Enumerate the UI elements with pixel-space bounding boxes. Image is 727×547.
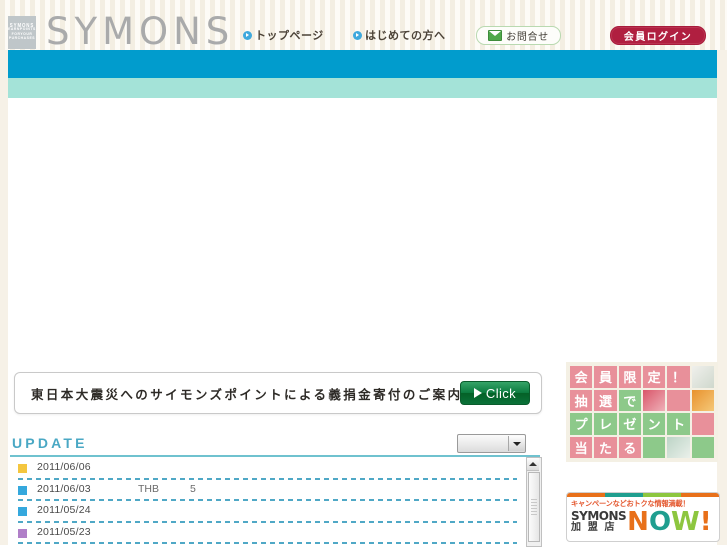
mail-icon <box>488 30 503 41</box>
update-title: UPDATE <box>12 435 88 451</box>
campaign-tile-char: プ <box>570 413 593 435</box>
play-triangle-icon <box>473 388 482 398</box>
member-login-label: 会員ログイン <box>623 32 693 43</box>
now-color-strip <box>567 493 719 497</box>
update-divider <box>10 455 540 457</box>
members-campaign-banner[interactable]: 会員限定！ 抽選でプレゼント当たる <box>566 362 718 462</box>
chevron-down-icon[interactable] <box>508 436 525 451</box>
contact-button[interactable]: お問合せ <box>476 26 561 45</box>
update-category-marker <box>18 528 27 538</box>
campaign-tile-char: で <box>618 389 641 411</box>
campaign-tile-char: レ <box>594 413 617 435</box>
now-subtitle: 加 盟 店 <box>571 521 617 533</box>
member-login-button[interactable]: 会員ログイン <box>610 26 706 45</box>
row-divider <box>18 542 517 544</box>
update-date: 2011/05/23 <box>37 525 91 538</box>
nav-item-top-page[interactable]: トップページ <box>243 27 324 43</box>
campaign-tile-image <box>667 436 690 458</box>
campaign-tile-image <box>691 436 714 458</box>
logo-badge-line3: PURCHASES <box>8 36 36 41</box>
contact-button-label: お問合せ <box>506 32 549 43</box>
scrollbar-thumb[interactable] <box>528 472 540 542</box>
campaign-tile-char: 選 <box>594 389 617 411</box>
campaign-tile-image <box>691 413 714 435</box>
logo-badge-title: SYMONS <box>9 22 35 29</box>
update-list-item[interactable]: 2011/06/06 <box>10 458 525 480</box>
campaign-tile-image <box>691 389 714 411</box>
campaign-tile-char: ン <box>643 413 666 435</box>
campaign-tile-char: 員 <box>594 366 617 388</box>
donation-banner-text: 東日本大震災へのサイモンズポイントによる義捐金寄付のご案内 <box>31 387 463 402</box>
play-bullet-icon <box>243 30 252 40</box>
update-category-marker <box>18 464 27 473</box>
campaign-tile-char: 限 <box>618 366 641 388</box>
update-filter-select[interactable] <box>457 434 526 453</box>
update-list-item[interactable]: 2011/06/03 THB 5 <box>10 480 525 501</box>
campaign-tile-char: ゼ <box>618 413 641 435</box>
update-category-marker <box>18 507 27 516</box>
campaign-tile-char: 当 <box>570 436 593 458</box>
symons-now-banner[interactable]: キャンペーンなどおトクな情報満載！ SYMONS 加 盟 店 N O W ! <box>566 492 720 542</box>
scrollbar-grip-icon <box>531 499 537 515</box>
update-list-item[interactable]: 2011/05/23 <box>10 523 525 544</box>
donation-click-button[interactable]: Click <box>460 381 530 405</box>
campaign-tile-char: 定 <box>643 366 666 388</box>
caret-up-icon <box>529 462 537 466</box>
update-list-item[interactable]: 2011/05/24 <box>10 501 525 523</box>
page-left-margin <box>0 50 8 545</box>
nav-item-label: はじめての方へ <box>365 30 446 42</box>
campaign-tile-char: た <box>594 436 617 458</box>
scroll-up-button[interactable] <box>527 458 539 471</box>
campaign-tile-image <box>643 436 666 458</box>
now-letter: ! <box>699 507 712 538</box>
campaign-tile-char: ！ <box>667 366 690 388</box>
nav-item-first-time[interactable]: はじめての方へ <box>353 27 446 43</box>
sub-nav-bar <box>8 78 717 98</box>
logo[interactable]: SYMONS EARNPOINTS FORYOUR PURCHASES SYMO… <box>8 10 235 50</box>
donation-click-label: Click <box>485 385 517 401</box>
update-amount: 5 <box>190 482 196 495</box>
logo-badge: SYMONS EARNPOINTS FORYOUR PURCHASES <box>8 15 36 49</box>
donation-banner[interactable]: 東日本大震災へのサイモンズポイントによる義捐金寄付のご案内 Click <box>14 372 542 414</box>
campaign-tile-image <box>643 389 666 411</box>
site-header: SYMONS EARNPOINTS FORYOUR PURCHASES SYMO… <box>0 0 727 50</box>
play-bullet-icon <box>353 30 362 40</box>
now-letter: O <box>648 507 671 538</box>
campaign-tile-char: 抽 <box>570 389 593 411</box>
update-date: 2011/05/24 <box>37 504 91 516</box>
update-date: 2011/06/03 <box>37 482 91 495</box>
update-category-marker <box>18 485 27 495</box>
campaign-tile-image <box>691 366 714 388</box>
logo-wordmark: SYMONS <box>46 10 235 50</box>
nav-item-label: トップページ <box>255 30 324 42</box>
update-currency: THB <box>138 482 159 495</box>
update-list-scrollbar[interactable] <box>526 457 542 547</box>
campaign-tile-char: ト <box>667 413 690 435</box>
now-letter: W <box>671 507 700 538</box>
update-list[interactable]: 2011/06/06 2011/06/03 THB 5 2011/05/24 2011/0… <box>10 458 525 545</box>
campaign-tile-grid: 会員限定！ 抽選でプレゼント当たる <box>570 366 714 458</box>
now-brand: SYMONS <box>571 509 627 523</box>
update-date: 2011/06/06 <box>37 461 91 473</box>
campaign-tile-char: 会 <box>570 366 593 388</box>
page-right-margin <box>717 50 727 545</box>
global-nav-bar <box>8 50 717 78</box>
now-letter: N <box>627 507 649 538</box>
campaign-tile-image <box>667 389 690 411</box>
campaign-tile-char: る <box>618 436 641 458</box>
